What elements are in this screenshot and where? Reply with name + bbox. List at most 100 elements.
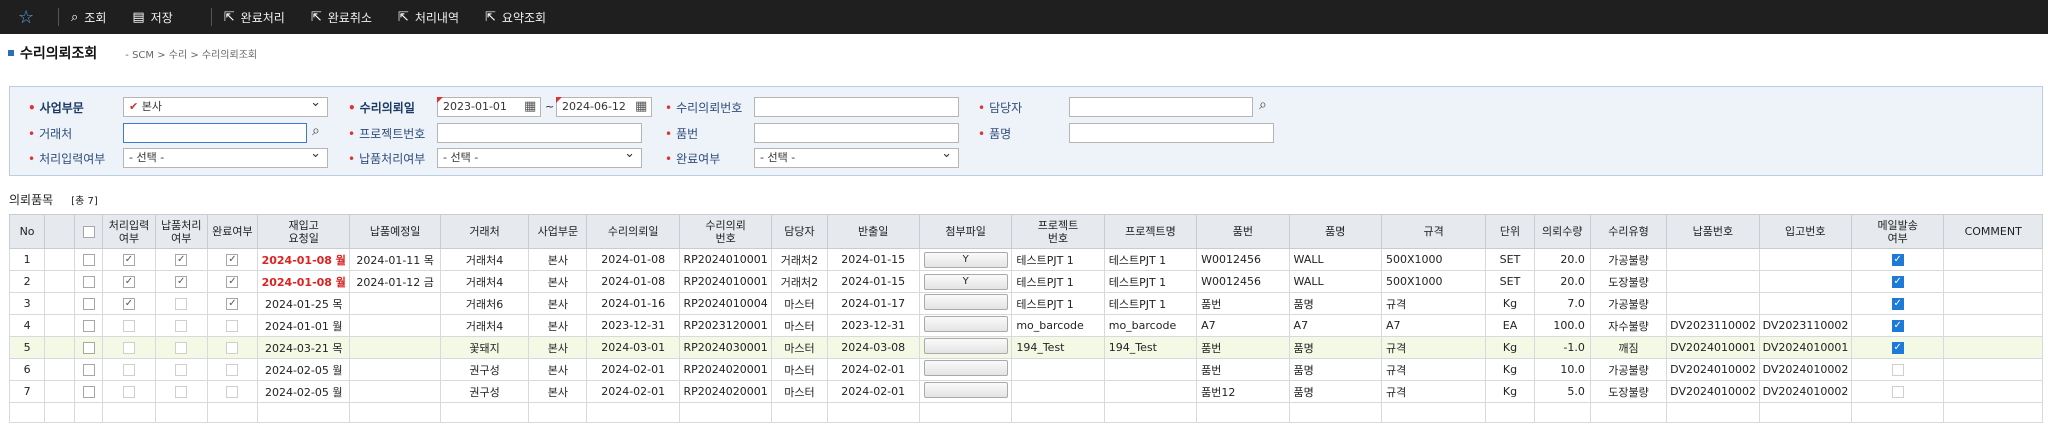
column-header[interactable]: 납품번호 bbox=[1666, 214, 1760, 249]
column-header[interactable]: 단위 bbox=[1485, 214, 1535, 249]
business-unit-select[interactable]: ✔ 본사 bbox=[123, 94, 328, 117]
attachment-button[interactable] bbox=[923, 360, 1008, 376]
column-header[interactable]: 재입고 요청일 bbox=[257, 214, 351, 249]
row-select-checkbox[interactable] bbox=[82, 364, 95, 376]
row-select-checkbox[interactable] bbox=[82, 298, 95, 310]
complete-checkbox[interactable] bbox=[226, 386, 239, 398]
search-button[interactable]: ⌕ 조회 bbox=[71, 9, 106, 26]
complete-process-button[interactable]: ⇱ 완료처리 bbox=[224, 9, 285, 26]
delivery-process-select[interactable]: - 선택 - bbox=[437, 145, 642, 168]
summary-view-button[interactable]: ⇱ 요약조회 bbox=[485, 9, 546, 26]
column-header[interactable]: 입고번호 bbox=[1758, 214, 1852, 249]
table-row[interactable]: 3 ✓ ✓ 2024-01-25 목 거래처6 본사 2024-01-16 RP2024010… bbox=[8, 292, 2043, 315]
column-header[interactable]: 의뢰수량 bbox=[1533, 214, 1591, 249]
request-no-input[interactable] bbox=[754, 97, 959, 117]
delivery-process-checkbox[interactable] bbox=[175, 386, 188, 398]
column-header[interactable]: 수리유형 bbox=[1589, 214, 1668, 249]
project-no-input[interactable] bbox=[437, 123, 642, 143]
column-header[interactable]: 품번 bbox=[1196, 214, 1290, 249]
attachment-button[interactable]: Y bbox=[923, 251, 1008, 268]
complete-checkbox[interactable] bbox=[226, 364, 239, 376]
column-header[interactable]: 납품처리 여부 bbox=[154, 214, 208, 249]
process-input-checkbox[interactable] bbox=[122, 320, 135, 332]
table-row[interactable]: 6 2024-02-05 월 권구성 본사 2024-02-01 RP2024020001… bbox=[8, 358, 2043, 381]
process-input-checkbox[interactable]: ✓ bbox=[122, 298, 135, 310]
mail-sent-checkbox[interactable] bbox=[1891, 364, 1904, 376]
process-input-checkbox[interactable] bbox=[122, 364, 135, 376]
process-input-checkbox[interactable] bbox=[122, 342, 135, 354]
table-row[interactable]: 1 ✓ ✓ ✓ 2024-01-08 월 2024-01-11 목 거래처4 본사 2024-0… bbox=[8, 248, 2043, 271]
part-no-input[interactable] bbox=[754, 123, 959, 143]
column-header[interactable]: 수리의뢰 번호 bbox=[678, 214, 773, 249]
process-input-checkbox[interactable]: ✓ bbox=[122, 276, 135, 288]
column-header[interactable] bbox=[74, 214, 104, 249]
table-row[interactable]: 5 2024-03-21 목 꽃돼지 본사 2024-03-01 RP2024030001… bbox=[8, 336, 2043, 359]
mail-sent-checkbox[interactable] bbox=[1891, 386, 1904, 398]
column-header[interactable]: 사업부문 bbox=[528, 214, 588, 249]
column-header[interactable]: 담당자 bbox=[771, 214, 828, 249]
vendor-input[interactable] bbox=[123, 123, 307, 143]
delivery-process-checkbox[interactable] bbox=[175, 320, 188, 332]
complete-checkbox[interactable]: ✓ bbox=[226, 254, 239, 266]
process-input-checkbox[interactable] bbox=[122, 386, 135, 398]
search-icon[interactable]: ⌕ bbox=[312, 123, 320, 139]
mail-sent-checkbox[interactable]: ✓ bbox=[1891, 254, 1904, 266]
column-header[interactable]: No bbox=[8, 214, 46, 249]
calendar-icon[interactable]: ▦ bbox=[635, 99, 647, 114]
complete-checkbox[interactable]: ✓ bbox=[226, 298, 239, 310]
manager-input[interactable] bbox=[1069, 97, 1253, 117]
mail-sent-checkbox[interactable]: ✓ bbox=[1891, 298, 1904, 310]
attachment-button[interactable]: Y bbox=[923, 273, 1008, 290]
column-header[interactable]: 처리입력 여부 bbox=[102, 214, 156, 249]
column-header[interactable]: 납품예정일 bbox=[349, 214, 441, 249]
table-row[interactable]: 7 2024-02-05 월 권구성 본사 2024-02-01 RP2024020001… bbox=[8, 380, 2043, 403]
search-icon[interactable]: ⌕ bbox=[1259, 97, 1267, 113]
delivery-process-checkbox[interactable] bbox=[175, 298, 188, 310]
attachment-button[interactable] bbox=[923, 316, 1008, 332]
column-header[interactable]: 완료여부 bbox=[206, 214, 259, 249]
mail-sent-checkbox[interactable]: ✓ bbox=[1891, 320, 1904, 332]
delivery-process-checkbox[interactable]: ✓ bbox=[175, 254, 188, 266]
column-header[interactable]: 메일발송 여부 bbox=[1850, 214, 1945, 249]
save-button[interactable]: ▤ 저장 bbox=[132, 9, 172, 26]
calendar-icon[interactable]: ▦ bbox=[524, 99, 536, 114]
delivery-process-checkbox[interactable]: ✓ bbox=[175, 276, 188, 288]
mail-sent-checkbox[interactable]: ✓ bbox=[1891, 276, 1904, 288]
mail-sent-checkbox[interactable]: ✓ bbox=[1891, 342, 1904, 354]
column-header[interactable]: 규격 bbox=[1380, 214, 1487, 249]
attachment-button[interactable] bbox=[923, 294, 1008, 310]
column-header[interactable]: 수리의뢰일 bbox=[586, 214, 680, 249]
delivery-process-checkbox[interactable] bbox=[175, 364, 188, 376]
delivery-process-checkbox[interactable] bbox=[175, 342, 188, 354]
column-header[interactable]: 프로젝트 번호 bbox=[1011, 214, 1105, 249]
row-select-checkbox[interactable] bbox=[82, 320, 95, 332]
table-row[interactable]: 2 ✓ ✓ ✓ 2024-01-08 월 2024-01-12 금 거래처4 본사 2024-0… bbox=[8, 270, 2043, 293]
column-header[interactable]: 거래처 bbox=[439, 214, 530, 249]
complete-checkbox[interactable] bbox=[226, 320, 239, 332]
row-select-checkbox[interactable] bbox=[82, 276, 95, 288]
column-header[interactable]: COMMENT bbox=[1943, 214, 2043, 249]
part-name-input[interactable] bbox=[1069, 123, 1274, 143]
table-row[interactable]: 4 2024-01-01 월 거래처4 본사 2023-12-31 RP202312000… bbox=[8, 314, 2043, 337]
row-select-checkbox[interactable] bbox=[82, 342, 95, 354]
column-header[interactable]: 첨부파일 bbox=[918, 214, 1013, 249]
complete-checkbox[interactable]: ✓ bbox=[226, 276, 239, 288]
favorite-star-icon[interactable]: ☆ bbox=[18, 7, 46, 28]
external-link-icon: ⇱ bbox=[310, 9, 322, 25]
process-input-select[interactable]: - 선택 - bbox=[123, 145, 328, 168]
column-header[interactable] bbox=[44, 214, 76, 249]
select-all-checkbox[interactable] bbox=[82, 226, 95, 238]
complete-select[interactable]: - 선택 - bbox=[754, 145, 959, 168]
empty-cell bbox=[826, 402, 920, 423]
column-header[interactable]: 반출일 bbox=[826, 214, 920, 249]
column-header[interactable]: 프로젝트명 bbox=[1103, 214, 1198, 249]
complete-cancel-button[interactable]: ⇱ 완료취소 bbox=[311, 9, 372, 26]
process-history-button[interactable]: ⇱ 처리내역 bbox=[398, 9, 459, 26]
complete-checkbox[interactable] bbox=[226, 342, 239, 354]
attachment-button[interactable] bbox=[923, 338, 1008, 354]
column-header[interactable]: 품명 bbox=[1288, 214, 1382, 249]
row-select-checkbox[interactable] bbox=[82, 254, 95, 266]
attachment-button[interactable] bbox=[923, 382, 1008, 398]
process-input-checkbox[interactable]: ✓ bbox=[122, 254, 135, 266]
row-select-checkbox[interactable] bbox=[82, 386, 95, 398]
